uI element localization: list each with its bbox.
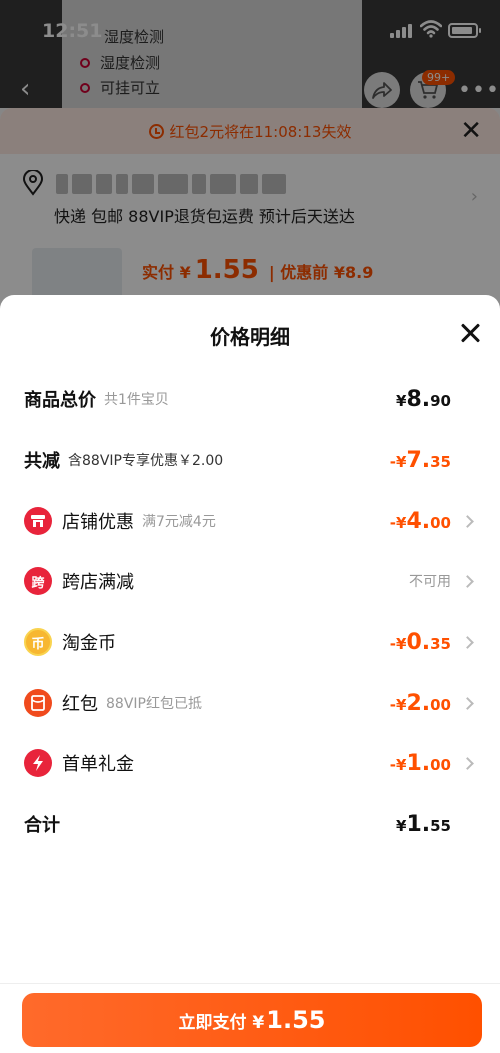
- total-discount-value: -¥ 7. 35: [389, 447, 451, 473]
- cross-store-icon: 跨: [24, 567, 52, 595]
- goods-total-value: ¥8. 90: [396, 386, 451, 412]
- chevron-right-icon: [461, 574, 474, 588]
- row-first-order-gift[interactable]: 首单礼金 -¥ 1. 00: [24, 743, 476, 783]
- store-icon: [24, 507, 52, 535]
- cross-store-status: 不可用: [409, 574, 451, 590]
- lightning-icon: [24, 749, 52, 777]
- chevron-right-icon: [461, 635, 474, 649]
- coin-icon: 币: [24, 628, 52, 656]
- coins-discount-value: -¥ 0. 35: [389, 629, 451, 655]
- row-red-packet[interactable]: 红包 88VIP红包已抵 -¥ 2. 00: [24, 683, 476, 723]
- row-total-discount: 共减 含88VIP专享优惠￥2.00 -¥ 7. 35: [24, 447, 451, 473]
- close-icon[interactable]: [458, 321, 482, 345]
- sheet-title: 价格明细: [210, 325, 290, 349]
- chevron-right-icon: [461, 514, 474, 528]
- store-discount-value: -¥ 4. 00: [389, 508, 451, 534]
- red-packet-value: -¥ 2. 00: [389, 690, 451, 716]
- row-goods-total: 商品总价 共1件宝贝 ¥8. 90: [24, 386, 451, 412]
- chevron-right-icon: [461, 756, 474, 770]
- chevron-right-icon: [461, 696, 474, 710]
- first-order-gift-value: -¥ 1. 00: [389, 750, 451, 776]
- red-packet-icon: [24, 689, 52, 717]
- row-taobao-coins[interactable]: 币 淘金币 -¥ 0. 35: [24, 622, 476, 662]
- grand-total-value: ¥1. 55: [396, 811, 451, 837]
- row-store-discount[interactable]: 店铺优惠 满7元减4元 -¥ 4. 00: [24, 501, 476, 541]
- row-grand-total: 合计 ¥1. 55: [24, 811, 451, 837]
- price-detail-sheet: 价格明细 商品总价 共1件宝贝 ¥8. 90 共减 含88VIP专享优惠￥2.00…: [0, 295, 500, 1053]
- row-cross-store-discount[interactable]: 跨 跨店满减 不可用: [24, 561, 476, 601]
- pay-now-button[interactable]: 立即支付 ¥ 1.55: [22, 993, 482, 1047]
